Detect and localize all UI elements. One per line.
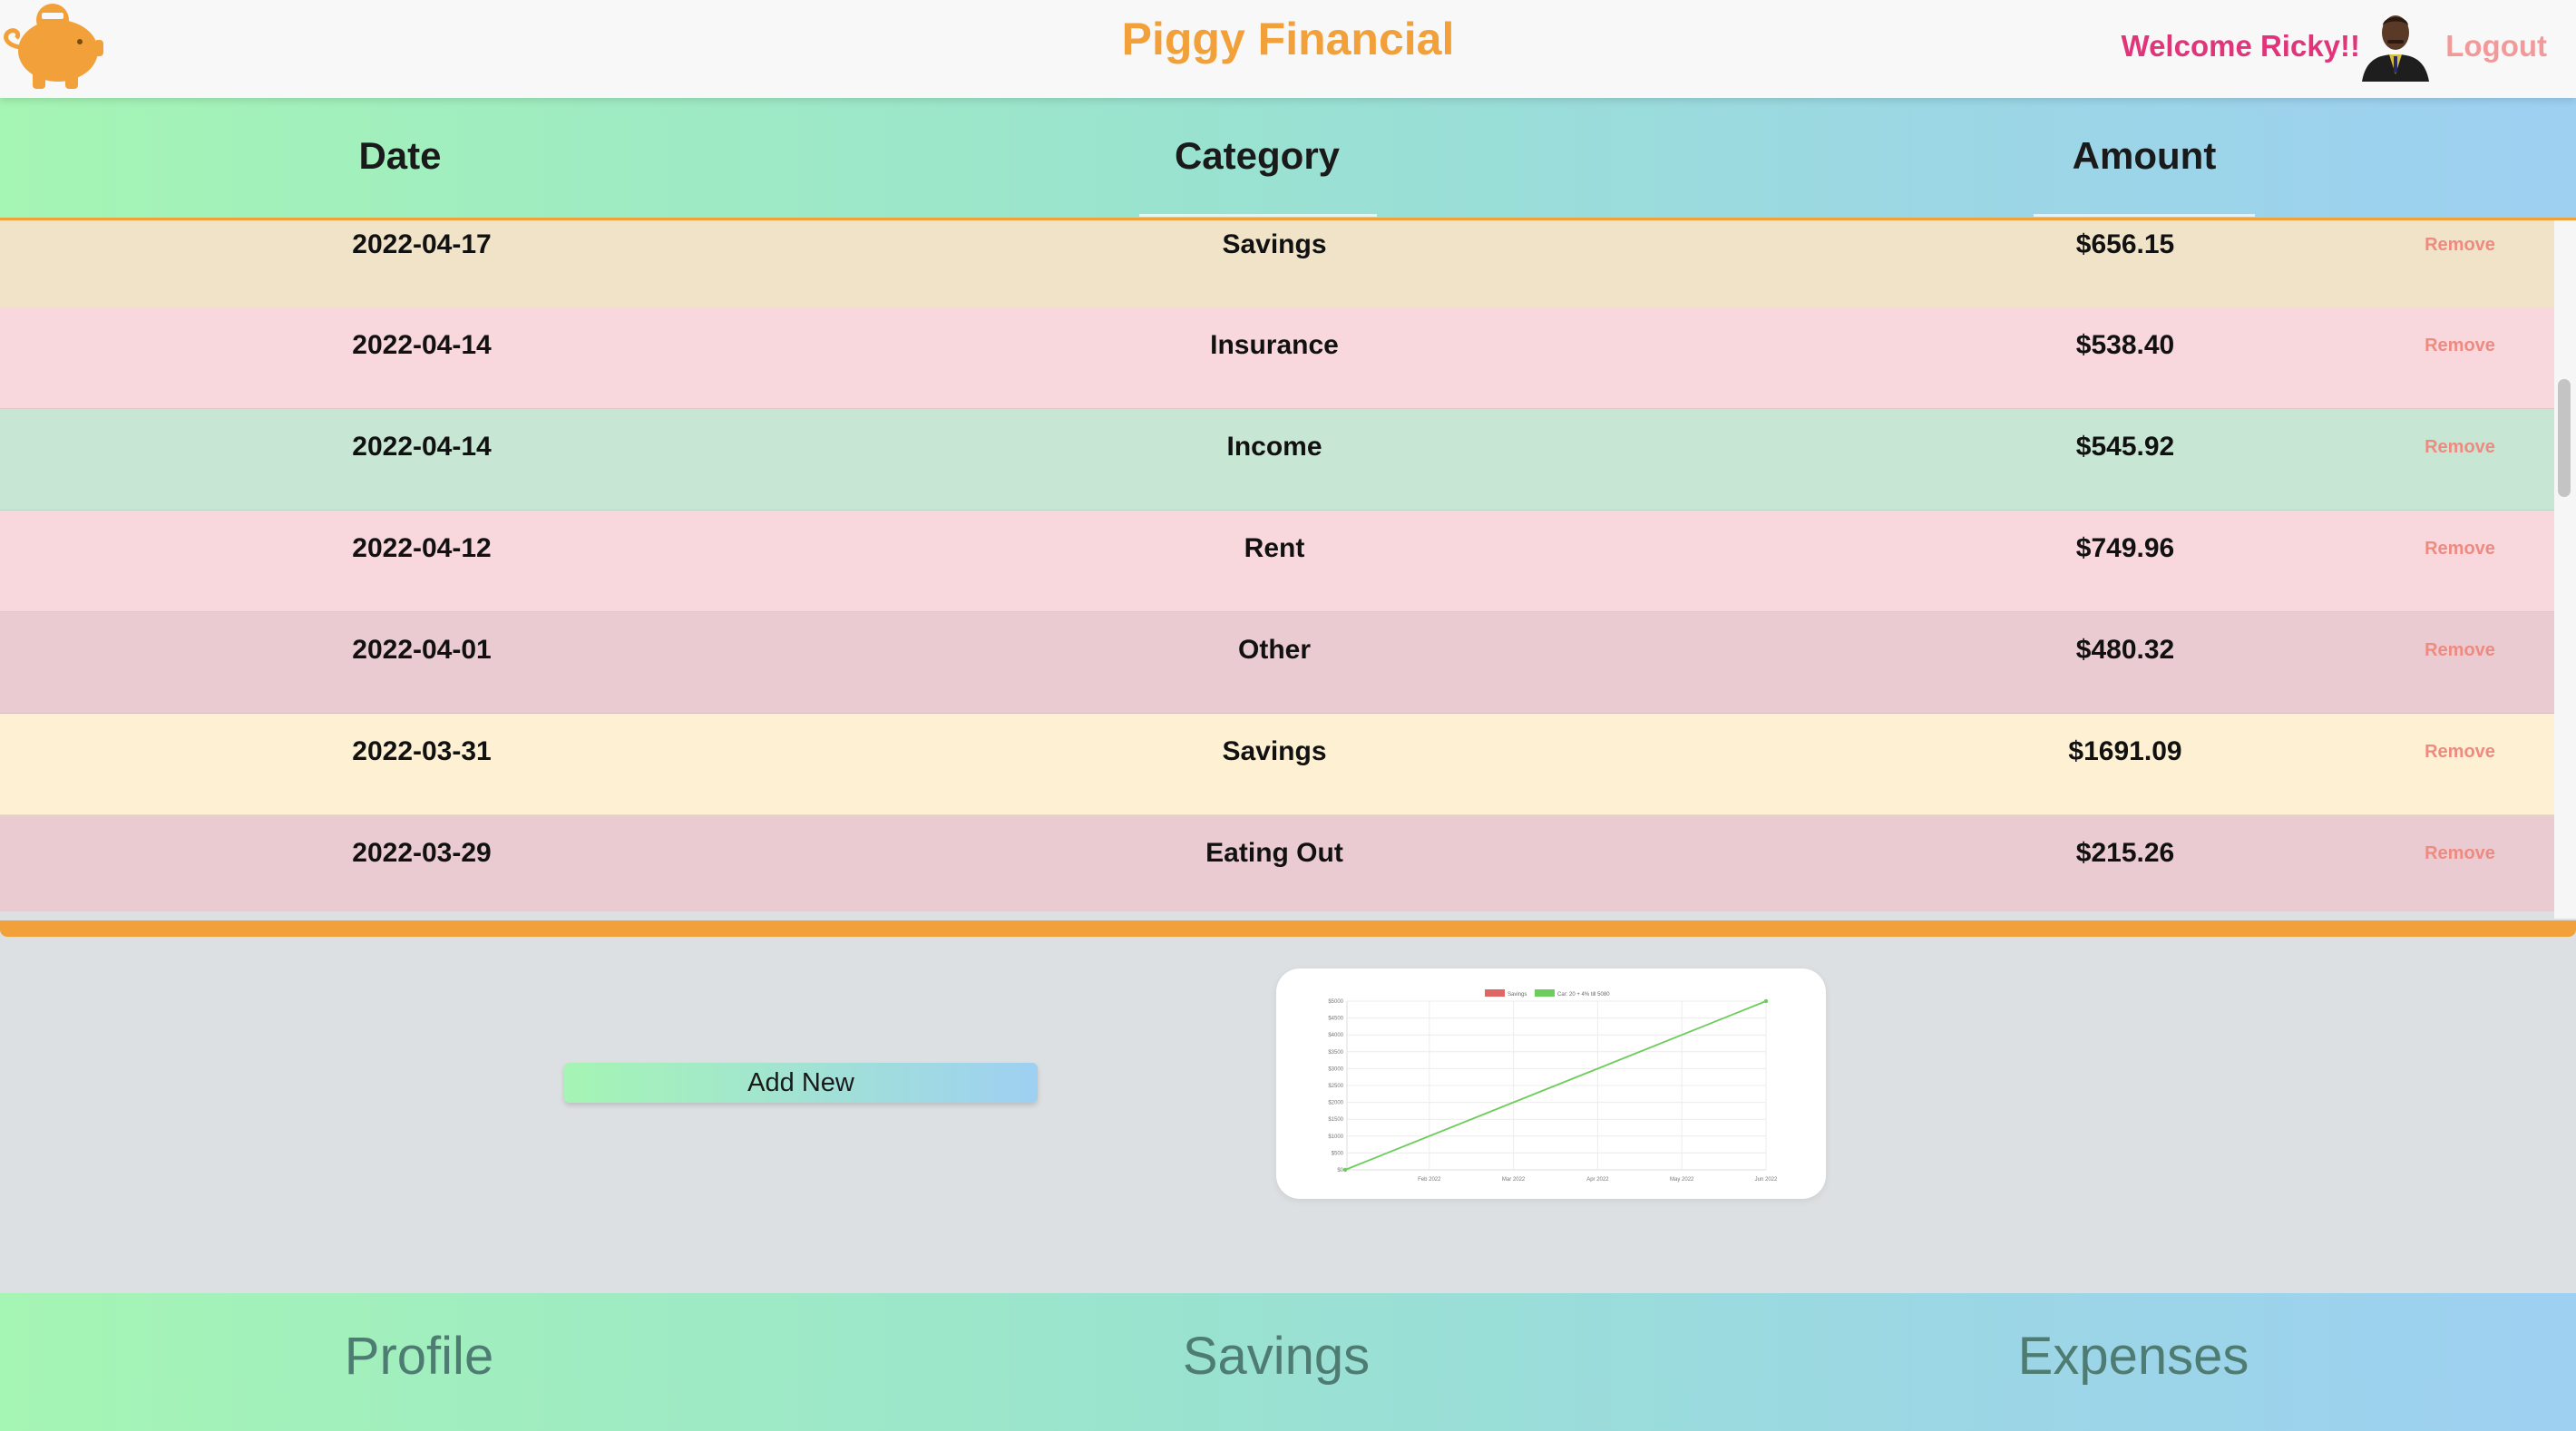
row-date: 2022-04-17 xyxy=(352,229,492,259)
bottom-navigation: Profile Savings Expenses xyxy=(0,1293,2576,1431)
y-tick-label: $4500 xyxy=(1328,1017,1343,1022)
table-row: 2022-04-14 Income $545.92 Remove xyxy=(0,409,2554,511)
row-category: Other xyxy=(1237,635,1312,665)
row-amount: $749.96 xyxy=(2075,533,2175,563)
add-new-button[interactable]: Add New xyxy=(564,1063,1038,1103)
y-tick-label: $3000 xyxy=(1328,1066,1343,1072)
y-tick-label: $2000 xyxy=(1328,1101,1343,1106)
y-tick-label: $5000 xyxy=(1328,999,1343,1005)
row-date: 2022-04-14 xyxy=(352,432,492,462)
row-amount: $538.40 xyxy=(2075,330,2175,360)
row-date: 2022-03-29 xyxy=(352,838,492,868)
category-header-underline xyxy=(1139,214,1377,217)
row-category: Eating Out xyxy=(1205,838,1343,868)
nav-expenses[interactable]: Expenses xyxy=(2018,1326,2249,1387)
column-header-category[interactable]: Category xyxy=(1175,134,1340,178)
remove-button[interactable]: Remove xyxy=(2425,720,2495,784)
y-tick-label: $3500 xyxy=(1328,1050,1343,1056)
y-tick-label: $0 xyxy=(1337,1168,1343,1173)
row-date: 2022-04-12 xyxy=(352,533,492,563)
row-category: Insurance xyxy=(1210,330,1339,360)
y-tick-label: $1000 xyxy=(1328,1134,1343,1140)
y-tick-label: $500 xyxy=(1332,1151,1344,1156)
top-bar: Piggy Financial Welcome Ricky!! Logout xyxy=(0,0,2576,98)
amount-header-underline xyxy=(2034,214,2255,217)
data-point xyxy=(1342,1167,1348,1173)
row-date: 2022-04-14 xyxy=(352,330,492,360)
x-tick-label: Apr 2022 xyxy=(1586,1177,1609,1183)
legend-swatch xyxy=(1535,989,1555,997)
savings-line-chart: $0 $500 $1000 $1500 $2000 $2500 $3000 $3500 $400… xyxy=(1328,989,1778,1183)
row-amount: $545.92 xyxy=(2075,432,2175,462)
row-amount: $656.15 xyxy=(2075,229,2175,259)
table-bottom-border xyxy=(0,920,2576,937)
row-category: Income xyxy=(1226,432,1322,462)
remove-button[interactable]: Remove xyxy=(2425,822,2495,885)
row-category: Savings xyxy=(1222,736,1327,766)
remove-button[interactable]: Remove xyxy=(2425,517,2495,580)
table-header: Date Category Amount xyxy=(0,98,2576,220)
nav-profile[interactable]: Profile xyxy=(345,1326,493,1387)
column-header-amount[interactable]: Amount xyxy=(2073,134,2217,178)
savings-chart-card: $0 $500 $1000 $1500 $2000 $2500 $3000 $3500 $400… xyxy=(1276,969,1826,1199)
table-row: 2022-04-01 Other $480.32 Remove xyxy=(0,612,2554,714)
row-amount: $480.32 xyxy=(2075,635,2175,665)
legend-label: Savings xyxy=(1508,992,1527,998)
x-tick-label: Feb 2022 xyxy=(1418,1177,1441,1183)
remove-button[interactable]: Remove xyxy=(2425,220,2495,277)
table-scrollbar[interactable] xyxy=(2554,220,2576,919)
data-point xyxy=(1763,998,1769,1004)
welcome-message: Welcome Ricky!! xyxy=(2121,29,2360,63)
table-row: 2022-03-31 Savings $1691.09 Remove xyxy=(0,714,2554,815)
table-row: 2022-03-29 Eating Out $215.26 Remove xyxy=(0,815,2554,911)
row-date: 2022-03-31 xyxy=(352,736,492,766)
remove-button[interactable]: Remove xyxy=(2425,415,2495,479)
remove-button[interactable]: Remove xyxy=(2425,618,2495,682)
x-tick-label: May 2022 xyxy=(1670,1177,1694,1183)
row-category: Rent xyxy=(1244,533,1305,563)
table-row: 2022-04-14 Insurance $538.40 Remove xyxy=(0,307,2554,409)
row-category: Savings xyxy=(1222,229,1327,259)
nav-savings[interactable]: Savings xyxy=(1183,1326,1370,1387)
scrollbar-thumb[interactable] xyxy=(2558,379,2571,497)
table-row: 2022-04-17 Savings $656.15 Remove xyxy=(0,220,2554,308)
x-tick-label: Mar 2022 xyxy=(1502,1177,1526,1183)
y-tick-label: $4000 xyxy=(1328,1033,1343,1038)
x-tick-label: Jun 2022 xyxy=(1755,1177,1778,1183)
y-tick-label: $2500 xyxy=(1328,1084,1343,1089)
legend-label: Car: 20 + 4% till 5080 xyxy=(1557,992,1610,998)
logout-link[interactable]: Logout xyxy=(2445,29,2547,63)
row-amount: $1691.09 xyxy=(2068,736,2182,766)
table-row: 2022-04-12 Rent $749.96 Remove xyxy=(0,511,2554,612)
column-header-date[interactable]: Date xyxy=(358,134,441,178)
y-tick-label: $1500 xyxy=(1328,1117,1343,1123)
avatar[interactable] xyxy=(2358,7,2433,82)
transactions-table: 2022-04-17 Savings $656.15 Remove 2022-0… xyxy=(0,220,2554,911)
row-date: 2022-04-01 xyxy=(352,635,492,665)
row-amount: $215.26 xyxy=(2075,838,2175,868)
legend-swatch xyxy=(1485,989,1505,997)
remove-button[interactable]: Remove xyxy=(2425,314,2495,377)
